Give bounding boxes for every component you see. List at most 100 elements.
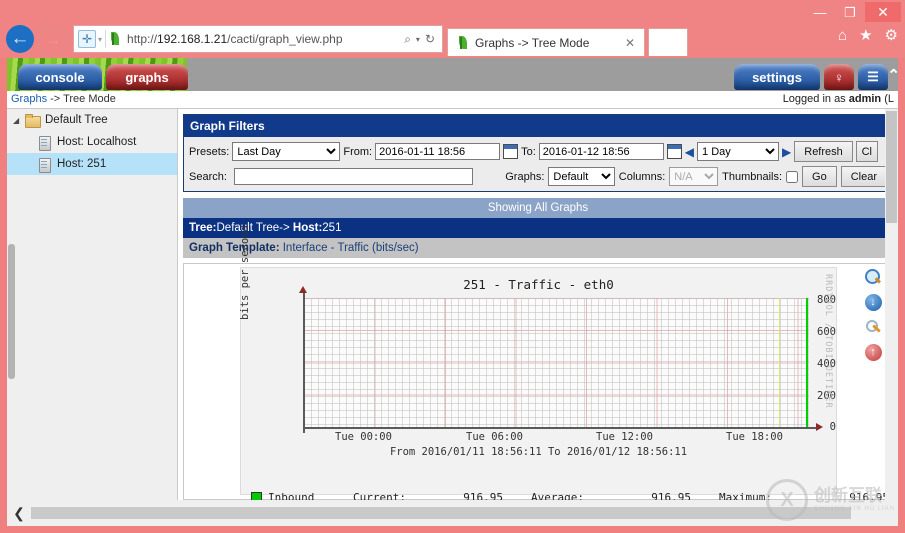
calendar-icon[interactable] (666, 144, 682, 159)
zoom-icon[interactable] (864, 269, 882, 286)
tree-sidebar: ◢ Default Tree Host: Localhost Host: 251 (7, 109, 178, 507)
host-icon (37, 157, 52, 173)
graph-template-header: Graph Template: Interface - Traffic (bit… (183, 238, 893, 258)
tab-favicon (459, 35, 470, 50)
tab-console[interactable]: console (18, 64, 102, 90)
tree-label: Tree: (189, 222, 217, 234)
template-label: Graph Template: (189, 242, 280, 254)
tree-item-label: Host: 251 (57, 158, 107, 170)
tab-graphs-tree-mode[interactable]: Graphs -> Tree Mode ✕ (447, 28, 645, 56)
chevron-up-icon[interactable]: ⌃ (887, 66, 898, 84)
tree-view-icon[interactable]: ♀ (824, 64, 854, 90)
span-select[interactable]: 1 Day (697, 142, 780, 161)
tree-item-host-251[interactable]: Host: 251 (7, 153, 177, 175)
url-prefix: http:// (127, 32, 158, 46)
page-scrollbar-thumb[interactable] (886, 111, 897, 223)
home-icon[interactable]: ⌂ (838, 27, 847, 44)
tab-strip: Graphs -> Tree Mode ✕ (447, 25, 688, 56)
template-value: Interface - Traffic (bits/sec) (279, 242, 419, 254)
folder-icon (25, 113, 41, 128)
favorites-icon[interactable]: ★ (859, 26, 872, 44)
xtick-2: Tue 12:00 (596, 431, 653, 443)
tools-gear-icon[interactable]: ⚙ (885, 26, 898, 44)
page-top-icon[interactable]: ↑ (864, 344, 882, 361)
navigation-row: ← → ✛ ▾ http://192.168.1.21/cacti/graph_… (0, 22, 905, 56)
horizontal-scrollbar-thumb[interactable] (31, 507, 851, 519)
host-icon (37, 135, 52, 151)
watermark-logo: X 创新互联 CHUANG XIN HU LIAN (765, 479, 895, 521)
back-icon[interactable]: ← (6, 25, 34, 53)
tab-graphs[interactable]: graphs (106, 64, 188, 90)
window-controls: — ❐ ✕ (805, 2, 901, 22)
maximize-button[interactable]: ❐ (835, 2, 865, 22)
horizontal-scrollbar[interactable]: ❮ (7, 500, 898, 526)
twisty-icon[interactable]: ◢ (13, 116, 25, 125)
x-axis-arrow (816, 423, 823, 431)
clear-button-top[interactable]: Cl (855, 141, 878, 162)
thumbnails-label: Thumbnails: (722, 170, 783, 183)
breadcrumb-link-graphs[interactable]: Graphs (11, 93, 47, 105)
breadcrumb-bar: Graphs -> Tree Mode Logged in as admin (… (7, 91, 898, 109)
go-button[interactable]: Go (802, 166, 837, 187)
watermark-text: 创新互联 CHUANG XIN HU LIAN (814, 487, 895, 512)
graph-filters-panel: Graph Filters Presets: Last Day From: To… (183, 114, 893, 192)
graphs-select[interactable]: Default (548, 167, 615, 186)
url-host: 192.168.1.21 (157, 32, 228, 46)
close-button[interactable]: ✕ (865, 2, 901, 22)
tree-item-default-tree[interactable]: ◢ Default Tree (7, 109, 177, 131)
clear-button[interactable]: Clear (840, 166, 888, 187)
login-suffix: (L (881, 93, 894, 105)
filter-row-dates: Presets: Last Day From: To: ◀ 1 Day ▶ Re… (184, 137, 892, 166)
forward-icon[interactable]: → (38, 25, 68, 55)
tab-title: Graphs -> Tree Mode (475, 35, 590, 50)
minimize-button[interactable]: — (805, 2, 835, 22)
calendar-icon[interactable] (503, 144, 519, 159)
columns-select[interactable]: N/A (669, 167, 719, 186)
address-bar-icons: ⌕ ▾ ↻ (404, 32, 442, 47)
to-label: To: (521, 145, 536, 158)
rrd-graph-image[interactable]: 251 - Traffic - eth0 bits per second 800… (239, 225, 889, 503)
tab-settings[interactable]: settings (734, 64, 820, 90)
tree-item-label: Default Tree (45, 114, 108, 126)
graph-container: 251 - Traffic - eth0 bits per second 800… (183, 225, 893, 504)
host-value: 251 (322, 222, 342, 234)
to-date-input[interactable] (538, 143, 664, 160)
address-bar[interactable]: ✛ ▾ http://192.168.1.21/cacti/graph_view… (73, 25, 443, 53)
login-prefix: Logged in as (782, 93, 849, 105)
xtick-0: Tue 00:00 (335, 431, 392, 443)
chart-y-axis (303, 292, 305, 433)
xtick-1: Tue 06:00 (466, 431, 523, 443)
refresh-button[interactable]: Refresh (794, 141, 853, 162)
graphs-label: Graphs: (505, 170, 545, 183)
chevron-down-icon[interactable]: ▾ (98, 35, 102, 44)
shield-icon[interactable]: ✛ (78, 30, 96, 48)
tree-value: Default Tree-> (216, 222, 293, 234)
browser-chrome: — ❐ ✕ ← → ✛ ▾ http://192.168.1.21/cacti/… (0, 0, 905, 58)
tab-close-icon[interactable]: ✕ (622, 36, 638, 50)
chart-time-range: From 2016/01/11 18:56:11 To 2016/01/12 1… (389, 446, 688, 458)
tree-host-header: Tree:Default Tree-> Host:251 (183, 218, 893, 238)
watermark-cn: 创新互联 (813, 486, 882, 506)
previous-period-arrow[interactable]: ◀ (685, 146, 694, 158)
refresh-icon[interactable]: ↻ (425, 32, 435, 46)
chevron-down-icon[interactable]: ▾ (416, 35, 420, 44)
login-status: Logged in as admin (L (783, 93, 894, 105)
thumbnails-checkbox[interactable] (786, 170, 799, 183)
graph-properties-icon[interactable] (865, 319, 882, 336)
page-vertical-scrollbar[interactable] (885, 109, 898, 507)
filter-row-search: Search: Graphs: Default Columns: N/A Thu… (184, 166, 892, 191)
browser-toolbar-icons: ⌂ ★ ⚙ (838, 26, 898, 45)
list-view-icon[interactable]: ☰ (858, 64, 888, 90)
search-input[interactable] (233, 168, 474, 185)
new-tab-button[interactable] (648, 28, 688, 56)
csv-export-icon[interactable]: ↓ (864, 294, 882, 311)
tree-item-host-localhost[interactable]: Host: Localhost (7, 131, 177, 153)
search-icon[interactable]: ⌕ (404, 32, 411, 47)
from-date-input[interactable] (375, 143, 501, 160)
breadcrumb-rest: -> Tree Mode (47, 93, 116, 105)
next-period-arrow[interactable]: ▶ (782, 146, 791, 158)
tree-scrollbar-thumb[interactable] (8, 244, 15, 379)
scroll-left-arrow-icon[interactable]: ❮ (7, 505, 31, 522)
breadcrumb: Graphs -> Tree Mode (11, 93, 116, 105)
presets-select[interactable]: Last Day (232, 142, 341, 161)
